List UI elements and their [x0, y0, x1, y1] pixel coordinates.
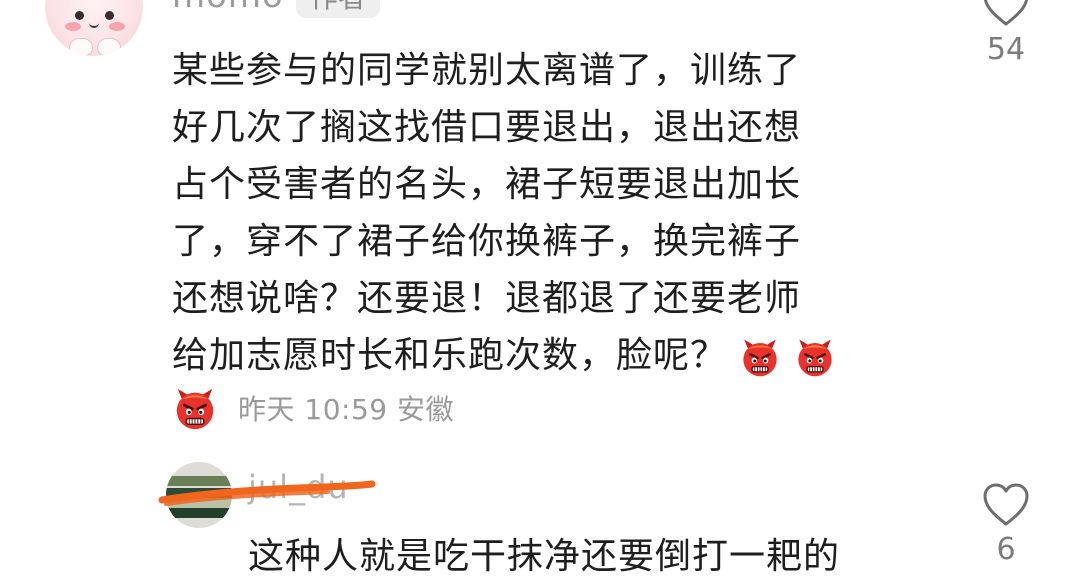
comment-text-line: 了，穿不了裙子给你换裤子，换完裤子	[172, 221, 802, 262]
avatar-pattern	[166, 508, 232, 518]
avatar-paw	[69, 38, 93, 56]
angry-face-emoji	[172, 385, 218, 431]
avatar-mouth	[89, 20, 99, 28]
comment-username[interactable]: momo	[172, 0, 284, 16]
comment-text-line: 某些参与的同学就别太离谱了，训练了	[172, 50, 802, 91]
heart-outline-icon	[983, 0, 1029, 26]
like-count: 6	[996, 532, 1016, 567]
comment-text[interactable]: 某些参与的同学就别太离谱了，训练了 好几次了搁这找借口要退出，退出还想 占个受害…	[172, 42, 902, 384]
comment-text-segment: 给加志愿时长和乐跑次数，脸呢？	[172, 335, 728, 376]
user-avatar[interactable]	[45, 0, 143, 56]
avatar-eye	[105, 11, 114, 20]
comment-text-line: 占个受害者的名头，裙子短要退出加长	[172, 164, 802, 205]
like-button[interactable]: 54	[966, 0, 1046, 68]
angry-face-icon	[743, 339, 778, 377]
comment-text-line-last: 给加志愿时长和乐跑次数，脸呢？	[172, 327, 902, 384]
angry-face-icon	[798, 339, 832, 377]
comment-meta: 昨天 10:59 安徽	[172, 383, 454, 433]
user-avatar[interactable]	[166, 462, 232, 528]
heart-outline-icon	[983, 483, 1029, 526]
avatar-pattern	[166, 498, 232, 508]
like-count: 54	[986, 32, 1026, 67]
angry-face-icon	[176, 388, 214, 430]
avatar-paw	[97, 38, 121, 56]
avatar-eye	[75, 11, 84, 20]
author-badge: 作者	[296, 0, 381, 18]
avatar-cheek	[65, 22, 81, 31]
avatar-pattern	[166, 476, 232, 486]
like-button[interactable]: 6	[966, 482, 1046, 568]
angry-face-emoji	[739, 336, 781, 378]
angry-face-emoji	[794, 336, 836, 378]
comment-username[interactable]: jul_du	[248, 468, 349, 506]
comment-text-line: 还想说啥？还要退！退都退了还要老师	[172, 278, 802, 319]
comment-timestamp-location: 昨天 10:59 安徽	[238, 393, 454, 426]
comment-text[interactable]: 这种人就是吃干抹净还要倒打一耙的	[248, 528, 840, 585]
comment-text-line: 好几次了搁这找借口要退出，退出还想	[172, 107, 802, 148]
avatar-cheek	[109, 22, 125, 31]
avatar-pattern	[166, 488, 232, 498]
